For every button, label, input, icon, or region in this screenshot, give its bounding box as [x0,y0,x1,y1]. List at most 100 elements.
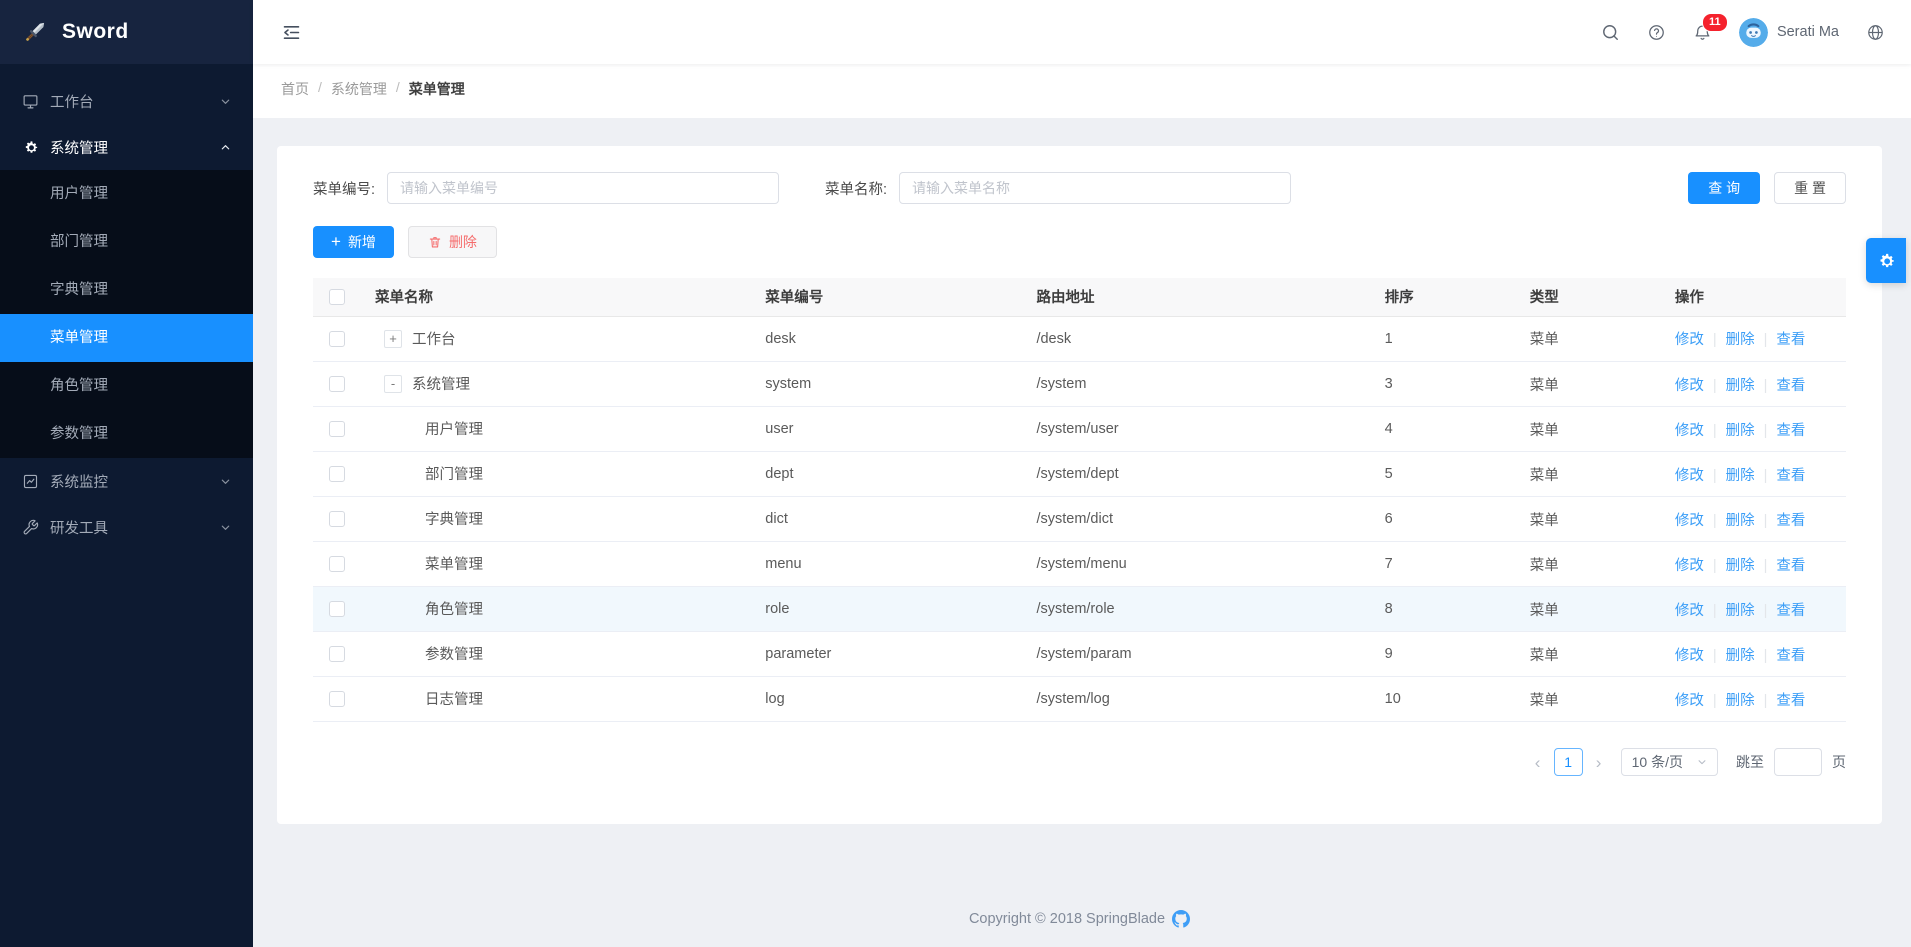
table-row: 字典管理dict/system/dict6菜单修改|删除|查看 [313,497,1846,542]
op-view[interactable]: 查看 [1776,423,1805,439]
add-button[interactable]: + 新增 [313,226,394,258]
next-page-button[interactable]: › [1593,754,1605,771]
menu-management-card: 菜单编号: 菜单名称: 查 询 重 置 + 新增 [277,146,1882,824]
breadcrumb-item-0[interactable]: 首页 [281,79,309,99]
sidebar-subitem-param[interactable]: 参数管理 [0,410,253,458]
menu-code-label: 菜单编号: [313,178,375,199]
op-view[interactable]: 查看 [1776,603,1805,619]
op-delete[interactable]: 删除 [1726,558,1755,574]
row-checkbox[interactable] [329,331,345,347]
op-delete[interactable]: 删除 [1726,693,1755,709]
menu-name: 角色管理 [425,598,483,619]
type-value: 菜单 [1524,542,1669,587]
chevron-down-icon [220,522,231,533]
add-button-label: 新增 [348,232,376,252]
notifications-button[interactable]: 11 [1693,23,1712,42]
op-separator: | [1764,378,1768,394]
row-checkbox[interactable] [329,556,345,572]
menu-code-input[interactable] [387,172,779,204]
op-view[interactable]: 查看 [1776,378,1805,394]
search-icon[interactable] [1601,23,1620,42]
table-row: 角色管理role/system/role8菜单修改|删除|查看 [313,587,1846,632]
row-checkbox[interactable] [329,511,345,527]
op-separator: | [1764,693,1768,709]
sidebar-item-monitor[interactable]: 系统监控 [0,458,253,504]
chevron-down-icon [220,96,231,107]
op-edit[interactable]: 修改 [1675,693,1704,709]
chevron-down-icon [1697,757,1707,767]
row-checkbox[interactable] [329,376,345,392]
user-name: Serati Ma [1777,24,1839,40]
sidebar-item-system[interactable]: 系统管理 [0,124,253,170]
user-menu[interactable]: Serati Ma [1739,18,1839,47]
op-edit[interactable]: 修改 [1675,468,1704,484]
op-view[interactable]: 查看 [1776,468,1805,484]
sidebar-subitem-dict[interactable]: 字典管理 [0,266,253,314]
menu-fold-icon[interactable] [281,22,302,43]
help-icon[interactable] [1647,23,1666,42]
op-delete[interactable]: 删除 [1726,468,1755,484]
op-edit[interactable]: 修改 [1675,378,1704,394]
jump-page-input[interactable] [1774,748,1822,776]
op-delete[interactable]: 删除 [1726,378,1755,394]
row-checkbox[interactable] [329,691,345,707]
reset-button[interactable]: 重 置 [1774,172,1846,204]
op-edit[interactable]: 修改 [1675,332,1704,348]
row-checkbox[interactable] [329,601,345,617]
copyright-text: Copyright © 2018 SpringBlade [969,911,1165,927]
breadcrumb: 首页/系统管理/菜单管理 [253,64,1911,118]
row-checkbox[interactable] [329,466,345,482]
github-icon[interactable] [1172,910,1190,928]
op-delete[interactable]: 删除 [1726,603,1755,619]
op-view[interactable]: 查看 [1776,558,1805,574]
current-page[interactable]: 1 [1554,748,1583,776]
breadcrumb-item-1[interactable]: 系统管理 [331,79,387,99]
expand-row-icon[interactable]: + [384,330,402,348]
op-delete[interactable]: 删除 [1726,423,1755,439]
sidebar-subitem-menu[interactable]: 菜单管理 [0,314,253,362]
sidebar-subitem-dept[interactable]: 部门管理 [0,218,253,266]
op-edit[interactable]: 修改 [1675,513,1704,529]
sidebar-item-tool[interactable]: 研发工具 [0,504,253,550]
prev-page-button[interactable]: ‹ [1532,754,1544,771]
type-value: 菜单 [1524,407,1669,452]
sidebar-subitem-role[interactable]: 角色管理 [0,362,253,410]
search-button[interactable]: 查 询 [1688,172,1760,204]
op-edit[interactable]: 修改 [1675,603,1704,619]
col-type: 类型 [1524,278,1669,316]
op-edit[interactable]: 修改 [1675,648,1704,664]
delete-button[interactable]: 删除 [408,226,497,258]
op-edit[interactable]: 修改 [1675,423,1704,439]
type-value: 菜单 [1524,587,1669,632]
globe-icon[interactable] [1866,23,1885,42]
type-value: 菜单 [1524,362,1669,407]
op-delete[interactable]: 删除 [1726,513,1755,529]
menu-table: 菜单名称 菜单编号 路由地址 排序 类型 操作 +工作台desk/desk1菜单… [313,278,1846,722]
op-view[interactable]: 查看 [1776,332,1805,348]
op-view[interactable]: 查看 [1776,648,1805,664]
op-delete[interactable]: 删除 [1726,648,1755,664]
table-row: -系统管理system/system3菜单修改|删除|查看 [313,362,1846,407]
row-checkbox[interactable] [329,646,345,662]
collapse-row-icon[interactable]: - [384,375,402,393]
op-view[interactable]: 查看 [1776,513,1805,529]
select-all-checkbox[interactable] [329,289,345,305]
route-path: /system/param [1030,632,1378,677]
col-operations: 操作 [1669,278,1846,316]
menu-name-input[interactable] [899,172,1291,204]
op-separator: | [1764,332,1768,348]
page-size-select[interactable]: 10 条/页 [1621,748,1718,776]
sidebar-item-desk[interactable]: 工作台 [0,78,253,124]
op-separator: | [1713,603,1717,619]
settings-gear-button[interactable] [1866,238,1906,283]
table-row: 用户管理user/system/user4菜单修改|删除|查看 [313,407,1846,452]
op-edit[interactable]: 修改 [1675,558,1704,574]
op-delete[interactable]: 删除 [1726,332,1755,348]
main-column: 11 Serati Ma 首页/系统管理/菜单管理 菜单编号: 菜 [253,0,1911,947]
row-checkbox[interactable] [329,421,345,437]
op-view[interactable]: 查看 [1776,693,1805,709]
sidebar-subitem-user[interactable]: 用户管理 [0,170,253,218]
menu-code: dict [759,497,1030,542]
app-logo[interactable]: Sword [0,0,253,64]
type-value: 菜单 [1524,497,1669,542]
